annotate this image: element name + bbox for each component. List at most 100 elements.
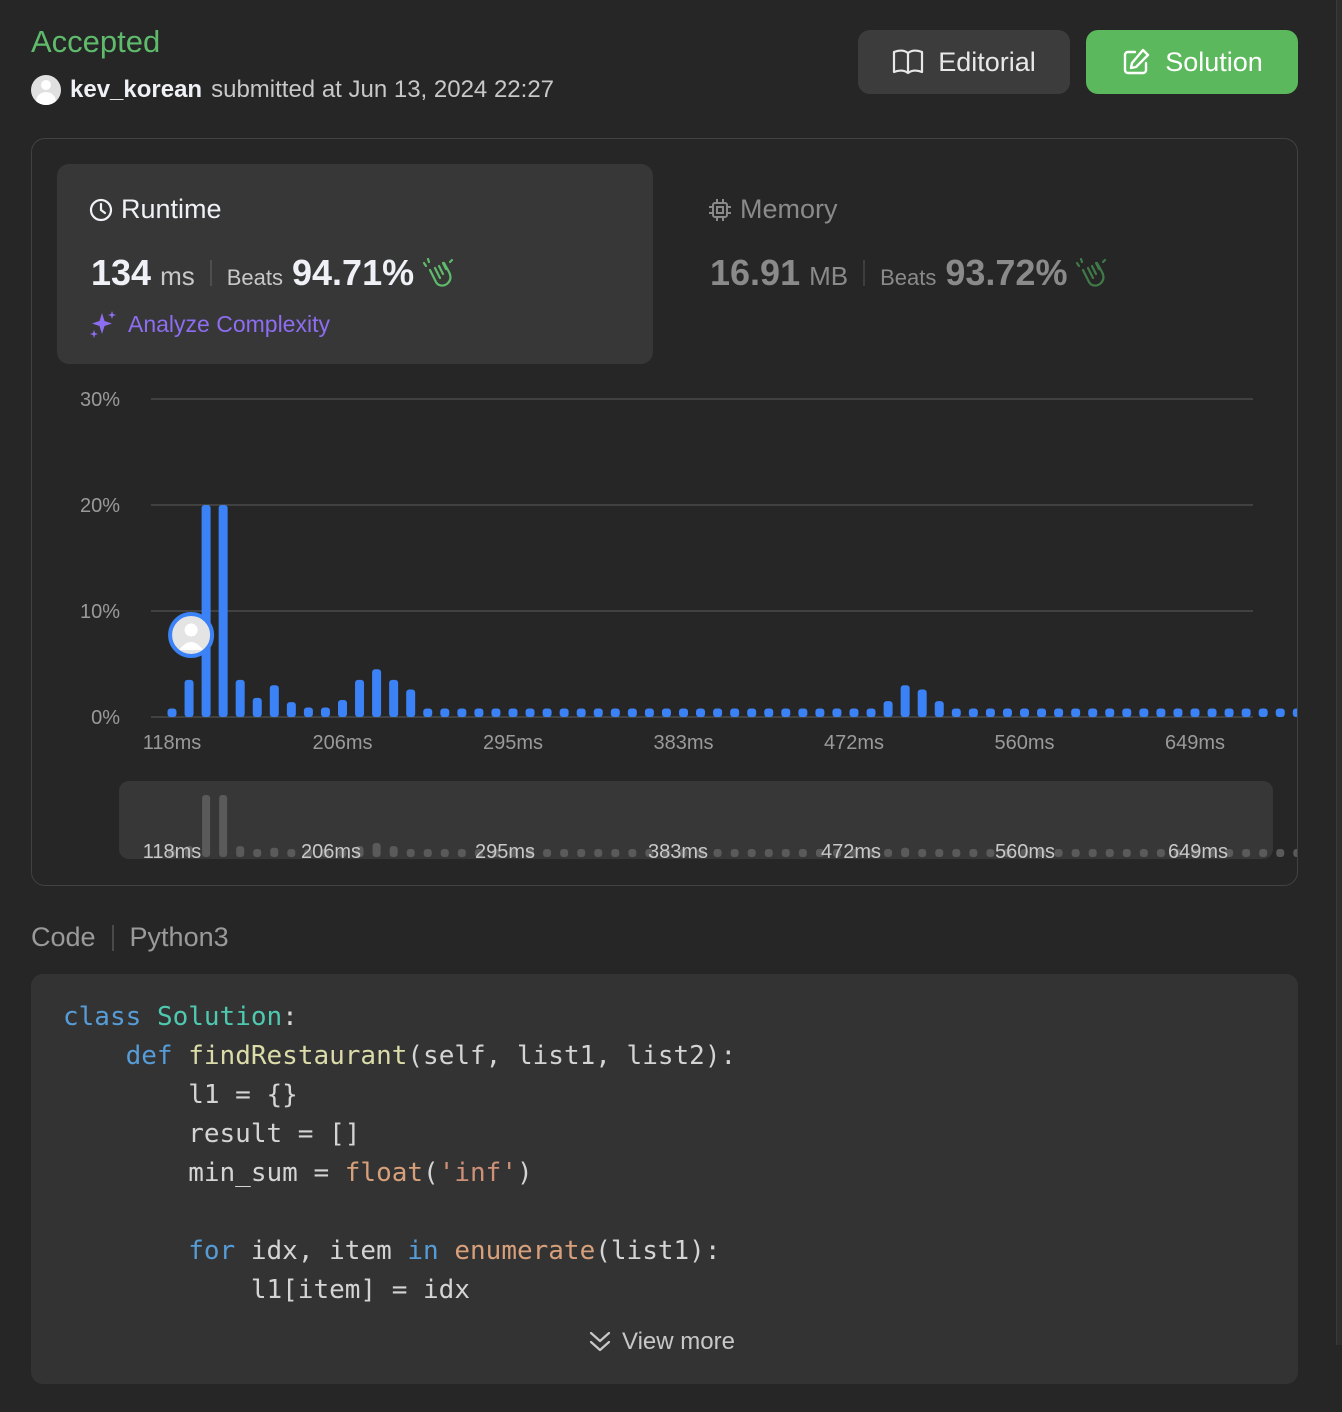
runtime-bar[interactable]	[457, 708, 467, 717]
runtime-bar[interactable]	[679, 708, 688, 717]
solution-button[interactable]: Solution	[1086, 30, 1298, 94]
y-tick-label: 30%	[80, 389, 120, 411]
runtime-bar[interactable]	[167, 708, 177, 717]
double-chevron-down-icon	[589, 1331, 611, 1352]
runtime-bar[interactable]	[798, 708, 808, 717]
runtime-bar[interactable]	[474, 708, 484, 717]
runtime-bar[interactable]	[1071, 708, 1081, 717]
y-tick-label: 20%	[80, 495, 120, 517]
code-token: enumerate	[454, 1236, 596, 1266]
edit-icon	[1124, 48, 1150, 75]
runtime-bar[interactable]	[218, 505, 228, 717]
editorial-button[interactable]: Editorial	[858, 30, 1070, 94]
runtime-bar[interactable]	[985, 708, 995, 717]
runtime-bar[interactable]	[883, 701, 893, 717]
code-token: )	[516, 1158, 533, 1188]
view-more-button[interactable]: View more	[588, 1328, 735, 1356]
code-line: min_sum = float('inf')	[63, 1154, 736, 1193]
runtime-bar[interactable]	[781, 708, 791, 717]
code-block[interactable]: class Solution: def findRestaurant(self,…	[31, 974, 1298, 1384]
runtime-bar[interactable]	[951, 708, 961, 717]
runtime-bar[interactable]	[627, 708, 637, 717]
runtime-bar[interactable]	[644, 708, 654, 717]
runtime-bar[interactable]	[1292, 708, 1297, 717]
runtime-bar[interactable]	[713, 708, 723, 717]
runtime-bar[interactable]	[1173, 708, 1183, 717]
runtime-bar[interactable]	[320, 707, 330, 717]
runtime-bar[interactable]	[372, 669, 382, 717]
runtime-bar[interactable]	[747, 708, 757, 717]
code-token: min_sum =	[63, 1158, 345, 1188]
y-tick-label: 10%	[80, 601, 120, 623]
mini-bar	[202, 795, 211, 857]
runtime-bar[interactable]	[900, 685, 910, 717]
user-marker-head	[184, 623, 198, 637]
runtime-bar[interactable]	[1156, 708, 1166, 717]
runtime-bar[interactable]	[934, 701, 944, 717]
runtime-bar[interactable]	[610, 708, 620, 717]
runtime-bar[interactable]	[559, 708, 569, 717]
runtime-bar[interactable]	[1190, 708, 1200, 717]
runtime-bar[interactable]	[576, 708, 586, 717]
runtime-bar[interactable]	[286, 702, 296, 717]
runtime-bar[interactable]	[1139, 708, 1149, 717]
runtime-bar[interactable]	[764, 708, 774, 717]
runtime-bar[interactable]	[201, 505, 211, 717]
runtime-bar[interactable]	[303, 707, 313, 717]
runtime-bar[interactable]	[815, 708, 825, 717]
code-token: l1[item] = idx	[63, 1275, 470, 1305]
code-token: result = []	[63, 1119, 361, 1149]
runtime-bar[interactable]	[661, 708, 671, 717]
runtime-bar[interactable]	[355, 679, 365, 717]
code-line: for idx, item in enumerate(list1):	[63, 1232, 736, 1271]
submission-status: Accepted	[31, 24, 161, 59]
runtime-bar[interactable]	[252, 697, 262, 717]
runtime-bar[interactable]	[440, 708, 450, 717]
runtime-bar[interactable]	[1224, 708, 1234, 717]
runtime-bar[interactable]	[696, 708, 706, 717]
runtime-bar[interactable]	[730, 708, 740, 717]
runtime-bar[interactable]	[269, 685, 279, 717]
runtime-bar[interactable]	[508, 708, 518, 717]
runtime-bar[interactable]	[1241, 708, 1251, 717]
runtime-bar[interactable]	[1054, 708, 1064, 717]
runtime-bar[interactable]	[1088, 708, 1098, 717]
runtime-bar[interactable]	[525, 708, 535, 717]
runtime-bar[interactable]	[968, 708, 978, 717]
runtime-bar[interactable]	[389, 679, 399, 717]
runtime-bar[interactable]	[491, 708, 501, 717]
runtime-bar[interactable]	[542, 708, 552, 717]
runtime-bar[interactable]	[1002, 708, 1012, 717]
runtime-bar[interactable]	[235, 679, 245, 717]
code-line: l1 = {}	[63, 1076, 736, 1115]
mini-bar	[1259, 849, 1268, 857]
solution-label: Solution	[1165, 46, 1263, 77]
runtime-bar[interactable]	[1037, 708, 1047, 717]
runtime-bar[interactable]	[423, 708, 433, 717]
runtime-bar[interactable]	[1258, 708, 1268, 717]
runtime-bar[interactable]	[338, 700, 347, 717]
runtime-bar[interactable]	[1275, 708, 1285, 717]
runtime-bar[interactable]	[1207, 708, 1217, 717]
mini-bar	[219, 795, 228, 857]
runtime-bar[interactable]	[1020, 708, 1029, 717]
page-scrollbar[interactable]	[1336, 0, 1342, 1345]
editorial-label: Editorial	[938, 46, 1036, 77]
runtime-bar[interactable]	[1105, 708, 1115, 717]
user-avatar[interactable]	[31, 75, 61, 105]
runtime-bar[interactable]	[593, 708, 603, 717]
runtime-bar[interactable]	[832, 708, 842, 717]
x-tick-label: 118ms	[143, 732, 202, 754]
view-more-text: View more	[622, 1328, 735, 1355]
code-token: findRestaurant	[188, 1041, 408, 1071]
runtime-bar[interactable]	[1122, 708, 1132, 717]
username-link[interactable]: kev_korean	[70, 76, 202, 104]
runtime-distribution-chart[interactable]: 30% 20% 10% 0% 118ms 206ms 295ms 383ms 472ms 560…	[32, 139, 1297, 885]
runtime-bar[interactable]	[184, 679, 194, 717]
runtime-bar[interactable]	[406, 689, 416, 717]
mini-bar	[543, 849, 552, 857]
runtime-bar[interactable]	[917, 689, 927, 717]
runtime-bar[interactable]	[849, 708, 859, 717]
runtime-bar[interactable]	[866, 708, 876, 717]
code-line: def findRestaurant(self, list1, list2):	[63, 1037, 737, 1076]
